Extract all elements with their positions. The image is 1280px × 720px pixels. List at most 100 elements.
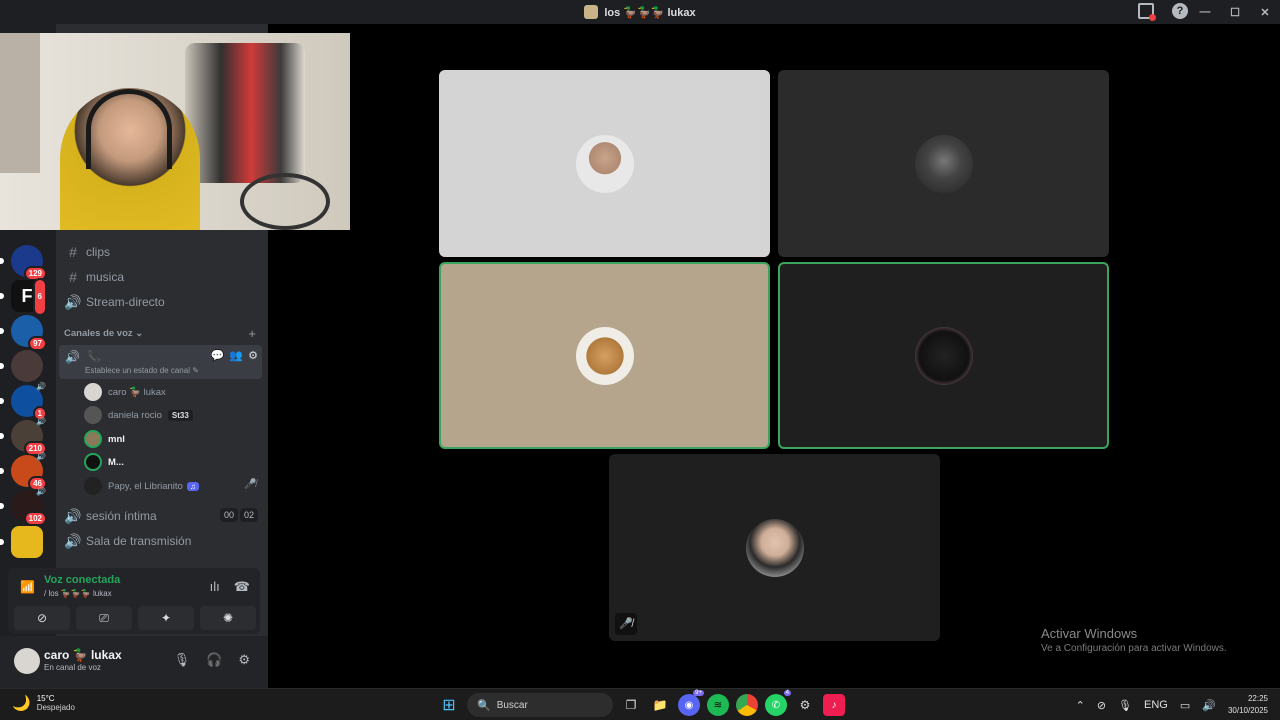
avatar (84, 383, 102, 401)
gear-icon[interactable]: ⚙ (238, 652, 250, 668)
search-label: Buscar (496, 699, 528, 711)
server-icon[interactable]: 🔊 46 (0, 452, 47, 491)
soundboard-button[interactable]: ✺ (200, 606, 256, 630)
gear-icon[interactable]: ⚙ (248, 349, 258, 362)
voice-category-header[interactable]: Canales de voz ⌄ (64, 328, 143, 339)
user-count-badge: 00 02 (219, 508, 258, 522)
server-icon[interactable]: 🔊 210 (0, 417, 47, 456)
screen-share-icon[interactable] (1138, 3, 1156, 21)
microphone-icon[interactable]: 🎙 (174, 652, 191, 668)
participant-tile[interactable]: 🎤̸ (609, 454, 940, 641)
unread-indicator (0, 363, 4, 369)
participant-tile[interactable] (439, 262, 770, 449)
disconnect-icon[interactable]: ☎ (234, 579, 250, 595)
member-tag: ♫ (186, 481, 199, 491)
server-badge: 6 (32, 278, 47, 316)
task-view-icon[interactable]: ❐ (620, 694, 642, 716)
noise-suppression-icon[interactable]: ılı (210, 579, 220, 595)
screen-share-button[interactable]: ⎚ (76, 606, 132, 630)
avatar (914, 134, 973, 193)
discord-icon[interactable]: ◉ 9+ (678, 690, 704, 716)
unread-indicator (0, 293, 4, 299)
coats-background (185, 43, 305, 183)
server-icon (584, 5, 599, 19)
unread-indicator (0, 503, 4, 509)
camera-off-button[interactable]: ⊘ (14, 606, 70, 630)
chrome-icon[interactable] (736, 694, 758, 716)
maximize-button[interactable]: ☐ (1220, 6, 1250, 19)
muted-icon: 🎤̸ (244, 479, 257, 490)
channel-stream-directo[interactable]: 🔊 Stream-directo (64, 291, 165, 313)
member-name: daniela rocio (108, 409, 162, 421)
channel-musica[interactable]: # musica (64, 266, 124, 288)
spotify-icon[interactable]: ≋ (707, 694, 729, 716)
add-channel-icon[interactable]: + (248, 326, 256, 341)
microphone-icon[interactable]: 🎙 (1118, 699, 1132, 712)
server-icon[interactable]: 🔊 1 (0, 382, 47, 421)
muted-icon: 🎤̸ (615, 613, 637, 635)
server-badge: 97 (28, 336, 47, 351)
voice-channel-sesion-intima[interactable]: 🔊 sesión íntima (64, 505, 156, 527)
server-icon[interactable]: 129 (0, 245, 47, 281)
system-clock[interactable]: 22:25 30/10/2025 (1228, 693, 1268, 717)
channel-name: Stream-directo (86, 295, 165, 309)
voice-speaker-icon: 🔊 (36, 382, 46, 391)
voice-member[interactable]: Papy, el Librianito ♫ (84, 476, 199, 496)
voice-member[interactable]: M... (84, 452, 124, 472)
voice-member[interactable]: caro 🦆 lukax (84, 382, 166, 402)
headphones-icon[interactable]: 🎧 (206, 652, 222, 668)
unread-indicator (0, 539, 4, 545)
whatsapp-icon[interactable]: ✆ 4 (765, 690, 791, 716)
weather-widget[interactable]: 🌙 15°C Despejado (12, 694, 75, 712)
file-explorer-icon[interactable]: 📁 (649, 694, 671, 716)
voice-status[interactable]: Voz conectada (44, 574, 120, 586)
chat-icon[interactable]: 💬 (211, 349, 225, 362)
unread-indicator (0, 468, 4, 474)
search-icon: 🔍 (477, 699, 491, 712)
voice-member[interactable]: mnl (84, 429, 125, 449)
voice-channel-link[interactable]: / los 🦆🦆🦆 lukax (44, 589, 112, 598)
language-indicator[interactable]: ENG (1144, 699, 1168, 711)
volume-icon[interactable]: 🔊 (1202, 699, 1216, 712)
server-icon[interactable] (0, 526, 43, 558)
tiktok-icon[interactable]: ♪ (823, 694, 845, 716)
settings-icon[interactable]: ⚙ (794, 694, 816, 716)
voice-channel-sala-transmision[interactable]: 🔊 Sala de transmisión (64, 530, 191, 552)
count-a: 00 (219, 508, 238, 522)
avatar (575, 134, 634, 193)
speaker-icon: 🔊 (64, 507, 82, 524)
signal-icon: 📶 (20, 580, 35, 594)
activation-title: Activar Windows (1041, 626, 1138, 641)
participant-tile[interactable] (778, 70, 1109, 257)
channel-status-label[interactable]: Establece un estado de canal ✎ (85, 366, 199, 375)
close-button[interactable]: ✕ (1250, 6, 1280, 19)
avatar (84, 453, 102, 471)
server-icon[interactable]: F6 (0, 278, 47, 316)
help-icon[interactable]: ? (1172, 3, 1188, 19)
avatar[interactable] (14, 648, 40, 674)
server-icon[interactable]: 🔊 102 (0, 487, 47, 526)
unread-indicator (0, 433, 4, 439)
channel-clips[interactable]: # clips (64, 241, 110, 263)
username[interactable]: caro 🦆 lukax (44, 648, 122, 662)
server-icon[interactable] (0, 350, 43, 382)
windows-start-icon[interactable]: ⊞ (438, 694, 460, 716)
hashtag-icon: # (69, 269, 77, 285)
participant-tile[interactable] (778, 262, 1109, 449)
voice-member[interactable]: daniela rocio St33 (84, 405, 193, 425)
unread-indicator (0, 328, 4, 334)
activities-button[interactable]: ✦ (138, 606, 194, 630)
server-icon[interactable]: 97 (0, 315, 47, 351)
window-title: los 🦆🦆🦆 lukax (604, 6, 696, 19)
chevron-up-icon[interactable]: ⌃ (1076, 699, 1085, 712)
active-voice-channel[interactable]: 🔊 📞 Establece un estado de canal ✎ 💬 👥 ⚙ (59, 345, 262, 379)
minimize-button[interactable]: — (1190, 6, 1220, 18)
network-icon[interactable]: ⊘ (1097, 699, 1106, 712)
participant-tile[interactable] (439, 70, 770, 257)
weather-desc: Despejado (36, 703, 75, 712)
display-icon[interactable]: ▭ (1180, 699, 1190, 712)
kitchen-background (0, 33, 40, 173)
invite-icon[interactable]: 👥 (229, 349, 243, 362)
stage-icon: 🔊 (64, 293, 82, 310)
taskbar-search[interactable]: 🔍 Buscar (467, 693, 613, 717)
